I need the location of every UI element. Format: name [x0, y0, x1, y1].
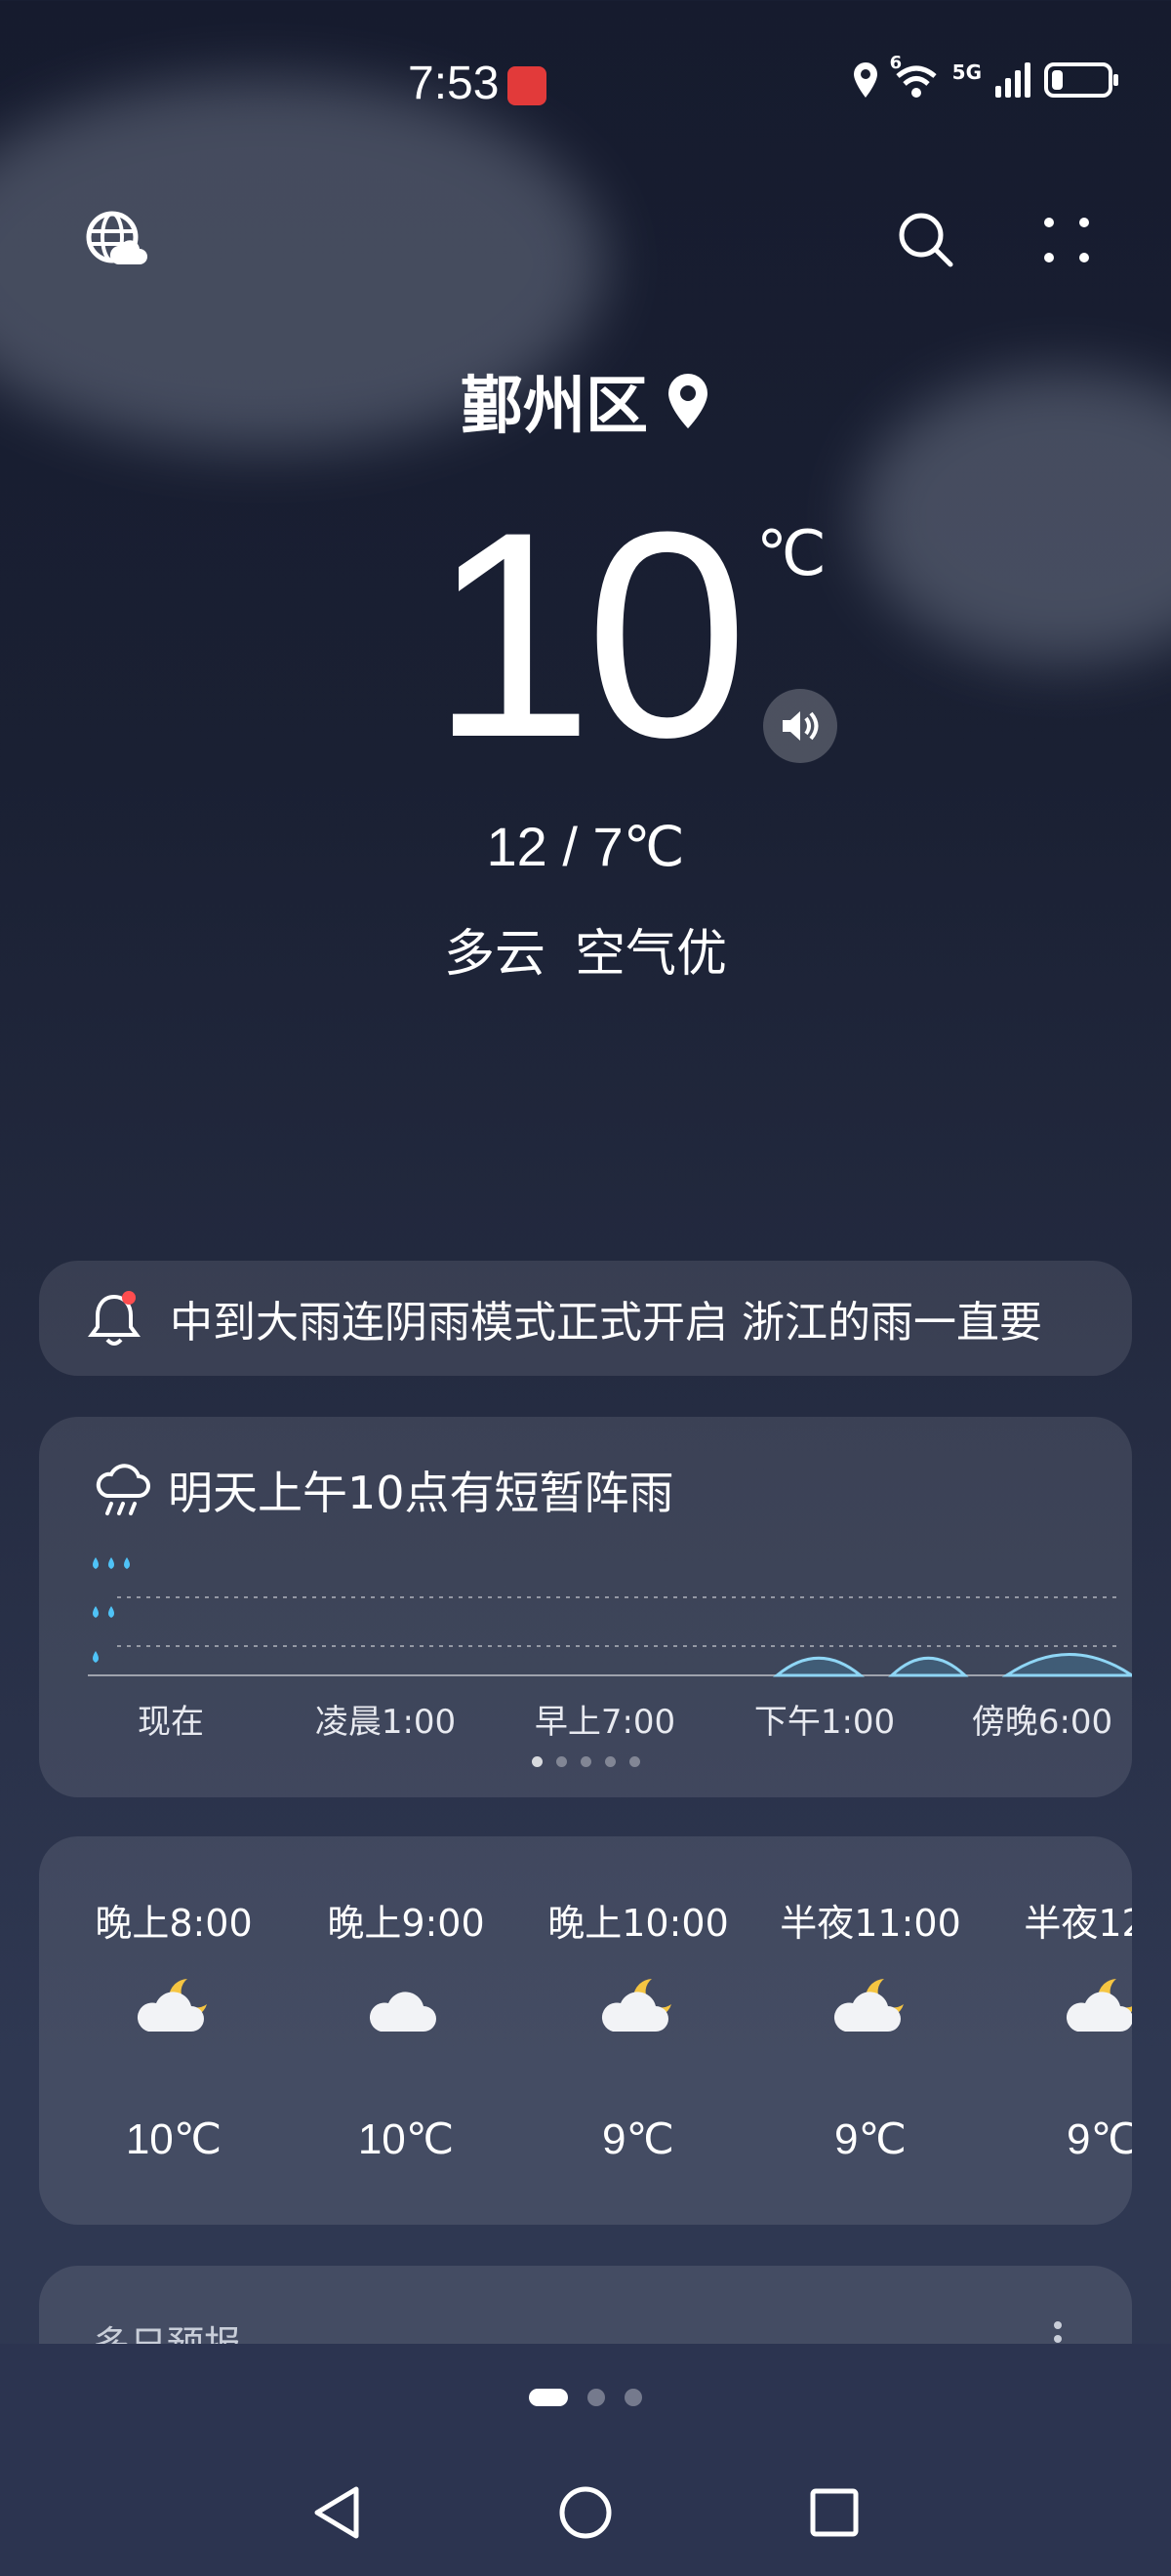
hourly-item: 晚上10:00 9℃ — [521, 1836, 755, 2225]
hourly-item: 晚上8:00 10℃ — [57, 1836, 291, 2225]
back-button[interactable] — [293, 2469, 381, 2556]
grid-dots-icon — [1044, 218, 1089, 262]
temperature-range: 12 / 7℃ — [486, 816, 685, 877]
moon-cloud-icon — [1064, 1973, 1132, 2047]
rain-chart — [88, 1557, 1132, 1677]
rain-level-drop — [93, 1606, 99, 1618]
page-dot — [529, 2389, 568, 2406]
rain-time-label: 凌晨1:00 — [314, 1703, 457, 1742]
rain-time-axis: 现在 凌晨1:00 早上7:00 下午1:00 傍晚6:00 — [39, 1695, 1132, 1753]
alert-text: 中到大雨连阴雨模式正式开启 浙江的雨一直要 — [170, 1298, 1042, 1348]
system-navigation-bar — [0, 2469, 1171, 2556]
speaker-icon — [783, 711, 819, 741]
hourly-time: 晚上8:00 — [95, 1902, 253, 1945]
weather-alert-banner[interactable]: 中到大雨连阴雨模式正式开启 浙江的雨一直要 — [39, 1261, 1132, 1376]
wifi-icon: 6 — [890, 53, 939, 100]
hourly-forecast-card[interactable]: 晚上8:0010℃晚上9:0010℃晚上10:009℃半夜11:009℃半夜12… — [39, 1836, 1132, 2225]
hourly-temp: 9℃ — [1067, 2115, 1132, 2163]
rain-title-row: 明天上午10点有短暂阵雨 — [94, 1458, 674, 1522]
hourly-temp: 9℃ — [602, 2115, 674, 2163]
hourly-time: 晚上10:00 — [547, 1902, 729, 1945]
rain-time-label: 早上7:00 — [534, 1703, 676, 1742]
location-pin-icon — [668, 374, 707, 428]
weather-condition: 多云 — [443, 925, 545, 984]
rain-level-drop — [108, 1557, 114, 1569]
city-page-indicator — [0, 2389, 1171, 2406]
rain-page-dot — [628, 1756, 640, 1767]
signal-icon — [995, 62, 1030, 98]
hourly-item: 晚上9:00 10℃ — [289, 1836, 523, 2225]
hourly-temp: 10℃ — [357, 2115, 455, 2163]
back-triangle-icon — [314, 2486, 359, 2539]
rain-wave — [888, 1656, 969, 1677]
more-button[interactable] — [1031, 205, 1102, 275]
status-bar: 7:53 6 5G — [0, 0, 1171, 166]
rain-cloud-icon — [96, 1464, 150, 1515]
location-row[interactable]: 鄞州区 — [0, 356, 1171, 446]
hourly-temp: 9℃ — [834, 2115, 907, 2163]
hourly-item: 半夜11:00 9℃ — [753, 1836, 988, 2225]
rain-forecast-card[interactable]: 明天上午10点有短暂阵雨 现在 凌晨1:00 早上7:00 下午1:00 傍晚6:00 — [39, 1417, 1132, 1797]
search-button[interactable] — [891, 205, 961, 275]
rain-page-dot — [531, 1756, 543, 1767]
wifi-label: 6 — [889, 53, 903, 73]
rain-time-label: 傍晚6:00 — [971, 1703, 1113, 1742]
rain-level-drop — [93, 1557, 99, 1569]
rain-level-drop — [93, 1651, 99, 1663]
battery-icon — [1044, 62, 1118, 98]
rain-page-dot — [555, 1756, 567, 1767]
battery-level — [1052, 70, 1063, 90]
page-dot — [587, 2389, 605, 2406]
hourly-time: 半夜12:0 — [1024, 1902, 1132, 1945]
rain-level-drop — [108, 1606, 114, 1618]
rain-level-drop — [124, 1557, 130, 1569]
rain-page-dot — [604, 1756, 616, 1767]
rain-time-label: 现在 — [138, 1703, 204, 1742]
voice-broadcast-button[interactable] — [763, 689, 837, 763]
rain-page-dot — [580, 1756, 591, 1767]
rain-forecast-title: 明天上午10点有短暂阵雨 — [168, 1467, 674, 1519]
page-dot — [625, 2389, 642, 2406]
network-type: 5G — [951, 60, 982, 84]
moon-cloud-icon — [831, 1973, 909, 2047]
air-quality[interactable]: 空气优 — [575, 925, 727, 984]
location-status-icon — [853, 62, 877, 98]
status-time: 7:53 — [408, 58, 500, 109]
city-name: 鄞州区 — [461, 371, 648, 443]
moon-cloud-icon — [135, 1973, 213, 2047]
hourly-time: 晚上9:00 — [327, 1902, 485, 1945]
status-icons: 6 5G — [851, 53, 1118, 100]
hourly-item: 半夜12:0 9℃ — [986, 1836, 1132, 2225]
recents-button[interactable] — [790, 2469, 878, 2556]
home-circle-icon — [559, 2486, 612, 2539]
city-manage-button[interactable] — [80, 205, 150, 275]
home-button[interactable] — [542, 2469, 629, 2556]
recents-square-icon — [810, 2488, 859, 2537]
rain-time-label: 下午1:00 — [753, 1703, 896, 1742]
rain-wave — [773, 1656, 865, 1677]
temperature-unit: ℃ — [756, 518, 827, 588]
globe-cloud-icon — [86, 211, 147, 264]
hourly-time: 半夜11:00 — [780, 1902, 961, 1945]
rain-wave — [1001, 1653, 1132, 1677]
search-icon — [899, 213, 953, 267]
cloud-icon — [367, 1973, 445, 2047]
hourly-temp: 10℃ — [125, 2115, 222, 2163]
moon-cloud-icon — [599, 1973, 677, 2047]
current-temperature: 10 — [430, 470, 748, 798]
bell-alert-icon — [88, 1291, 141, 1346]
app-notification-icon — [507, 66, 546, 105]
condition-row: 多云 空气优 — [0, 912, 1171, 986]
rain-page-dots — [39, 1756, 1132, 1767]
